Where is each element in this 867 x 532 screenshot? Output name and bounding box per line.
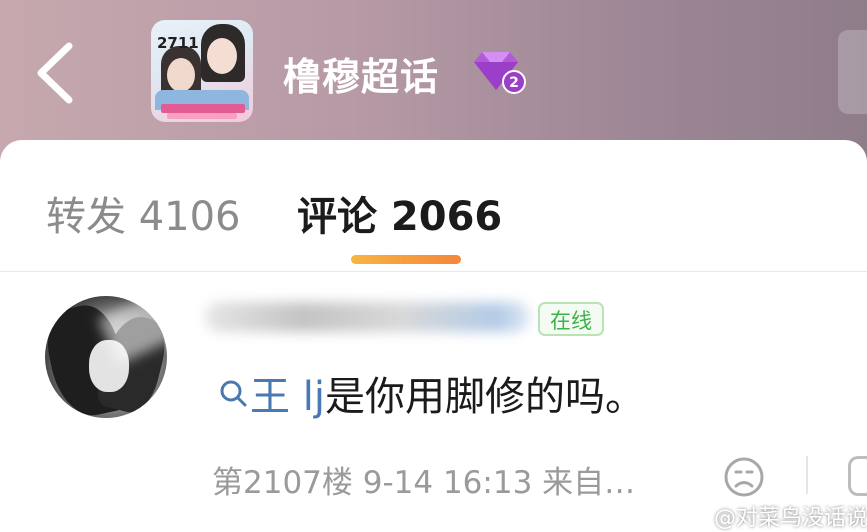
- level-badge: 2: [509, 75, 519, 91]
- header-action-button[interactable]: [838, 30, 867, 114]
- tab-reposts[interactable]: 转发 4106: [46, 184, 241, 242]
- online-status-badge: 在线: [538, 302, 604, 336]
- search-icon: [220, 380, 247, 407]
- sad-face-icon[interactable]: [723, 456, 765, 498]
- divider: [0, 271, 867, 272]
- back-button[interactable]: [30, 38, 80, 108]
- level-gem-icon: 2: [474, 52, 526, 94]
- topic-cover-image[interactable]: 2711: [151, 20, 253, 122]
- comment-icon[interactable]: [848, 456, 867, 496]
- cover-figure-face: [207, 38, 237, 74]
- cover-figure-face: [167, 58, 195, 92]
- tab-comments[interactable]: 评论 2066: [297, 184, 502, 242]
- mention-link[interactable]: 王 lj: [250, 364, 325, 422]
- active-tab-indicator: [351, 255, 461, 264]
- watermark: @对菜鸟没话说: [714, 506, 867, 531]
- topic-title[interactable]: 橹穆超话: [283, 46, 439, 101]
- avatar[interactable]: [45, 296, 167, 418]
- blurred-username[interactable]: [205, 302, 530, 332]
- cover-banner: [167, 113, 237, 119]
- cover-number: 2711: [157, 34, 199, 52]
- divider: [806, 456, 808, 494]
- comment-body[interactable]: 王 lj 是你用脚修的吗。: [218, 366, 645, 420]
- cover-banner: [161, 104, 245, 113]
- comment-text: 是你用脚修的吗。: [324, 374, 645, 420]
- chevron-left-icon: [37, 42, 73, 104]
- comment-meta: 第2107楼 9-14 16:13 来自…: [212, 465, 636, 501]
